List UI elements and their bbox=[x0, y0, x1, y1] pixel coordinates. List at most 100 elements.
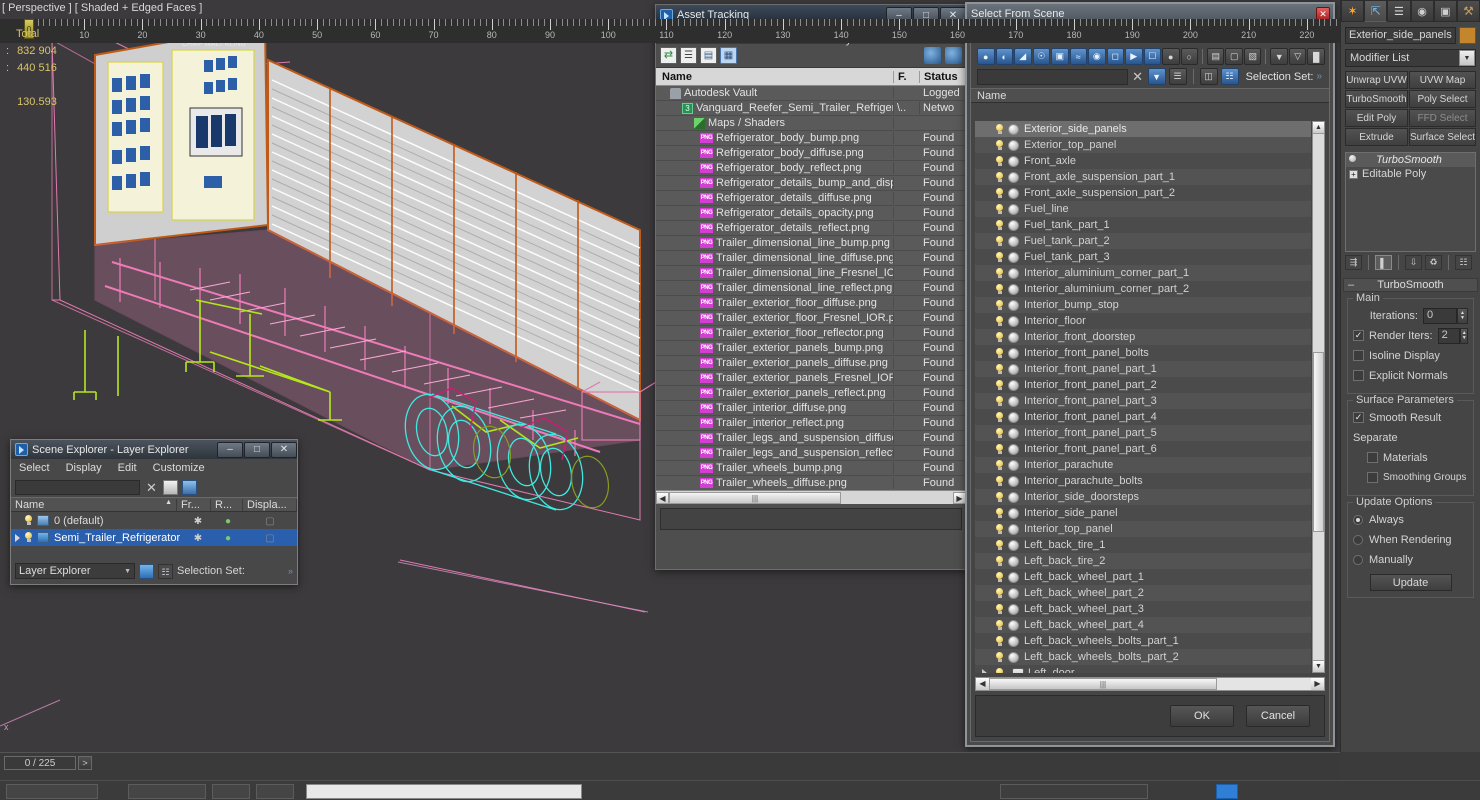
asset-name-cell[interactable]: 3Vanguard_Reefer_Semi_Trailer_Refrigerat… bbox=[656, 102, 894, 114]
list-item[interactable]: Interior_bump_stop bbox=[975, 297, 1311, 313]
scroll-down-arrow[interactable]: ▼ bbox=[1313, 660, 1324, 672]
display-tab-icon[interactable]: ▣ bbox=[1433, 0, 1457, 22]
freeze-toggle-icon[interactable]: ✱ bbox=[183, 532, 213, 544]
always-radio[interactable] bbox=[1353, 514, 1363, 525]
list-item[interactable]: Left_back_wheels_bolts_part_1 bbox=[975, 633, 1311, 649]
shapes-filter-icon[interactable]: ◐ bbox=[995, 48, 1013, 65]
scene-explorer-menubar[interactable]: Select Display Edit Customize bbox=[11, 459, 297, 477]
spacewarps-filter-icon[interactable]: ≈ bbox=[1069, 48, 1087, 65]
table-row[interactable]: PNGTrailer_dimensional_line_Fresnel_IOR.… bbox=[656, 266, 966, 281]
select-find-toolbar[interactable]: ✕ ▼ ☰ ◫ ☷ Selection Set: » bbox=[971, 65, 1329, 88]
table-row[interactable]: PNG Refrigerator_details_diffuse.png Found bbox=[656, 191, 966, 206]
refresh-icon[interactable] bbox=[660, 47, 677, 64]
lightbulb-icon[interactable] bbox=[995, 155, 1004, 167]
table-row[interactable]: PNGRefrigerator_details_bump_and_displac… bbox=[656, 176, 966, 191]
table-row[interactable]: PNGTrailer_legs_and_suspension_diffuse.p… bbox=[656, 431, 966, 446]
column-display[interactable]: Displa... bbox=[243, 498, 297, 511]
asset-name-cell[interactable]: PNG Refrigerator_details_opacity.png bbox=[656, 207, 894, 219]
list-item[interactable]: Interior_front_panel_part_1 bbox=[975, 361, 1311, 377]
modifier-button[interactable]: UVW Map bbox=[1408, 71, 1476, 89]
create-tab-icon[interactable]: ✶ bbox=[1341, 0, 1365, 22]
asset-name-cell[interactable]: PNG Refrigerator_details_diffuse.png bbox=[656, 192, 894, 204]
object-name-row[interactable]: Exterior_side_panels bbox=[1345, 27, 1476, 44]
explicit-normals-checkbox[interactable] bbox=[1353, 370, 1364, 381]
asset-name-cell[interactable]: Autodesk Vault bbox=[656, 87, 894, 99]
update-button[interactable]: Update bbox=[1369, 574, 1452, 591]
modifier-enable-icon[interactable] bbox=[1349, 155, 1357, 165]
lightbulb-icon[interactable] bbox=[995, 363, 1004, 375]
timeline-ruler[interactable]: 10 20 30 40 50 60 70 80 90 100 110 120 130 140 150 160 1… bbox=[0, 19, 1340, 43]
modify-tab-icon[interactable]: ⇱ bbox=[1364, 0, 1388, 22]
lightbulb-icon[interactable] bbox=[995, 315, 1004, 327]
expand-arrow-icon[interactable] bbox=[982, 669, 987, 673]
scene-object-list[interactable]: Exterior_side_panels Exterior_top_panel Fr… bbox=[975, 121, 1311, 673]
list-item[interactable]: Interior_side_doorsteps bbox=[975, 489, 1311, 505]
render-iters-spinner[interactable]: ▲ ▼ bbox=[1460, 327, 1468, 344]
list-item[interactable]: Interior_front_panel_part_5 bbox=[975, 425, 1311, 441]
list-item[interactable]: Interior_front_doorstep bbox=[975, 329, 1311, 345]
scroll-left-arrow[interactable]: ◀ bbox=[976, 678, 989, 690]
list-item[interactable]: Front_axle_suspension_part_2 bbox=[975, 185, 1311, 201]
object-name-field[interactable]: Exterior_side_panels bbox=[1345, 27, 1456, 44]
asset-name-cell[interactable]: PNG Refrigerator_body_diffuse.png bbox=[656, 147, 894, 159]
table-row[interactable]: PNG Trailer_exterior_floor_Fresnel_IOR.pn… bbox=[656, 311, 966, 326]
annotations-icon[interactable]: ○ bbox=[1180, 48, 1198, 65]
layer-name-cell[interactable]: 0 (default) bbox=[11, 515, 183, 527]
modifier-button[interactable]: Unwrap UVW bbox=[1345, 71, 1408, 89]
scene-explorer-column-headers[interactable]: Name ▲ Fr... R... Displa... bbox=[11, 497, 297, 512]
list-item[interactable]: Interior_floor bbox=[975, 313, 1311, 329]
geometry-filter-icon[interactable]: ● bbox=[977, 48, 995, 65]
table-row[interactable]: PNG Refrigerator_details_reflect.png Found bbox=[656, 221, 966, 236]
lightbulb-icon[interactable] bbox=[995, 667, 1004, 673]
asset-name-cell[interactable]: PNG Trailer_interior_diffuse.png bbox=[656, 402, 894, 414]
asset-tracking-toolbar[interactable] bbox=[656, 44, 966, 68]
lightbulb-icon[interactable] bbox=[995, 459, 1004, 471]
expand-all-icon[interactable]: ▢ bbox=[1225, 48, 1243, 65]
turbosmooth-rollout[interactable]: – TurboSmooth Main Iterations: 0 ▲ ▼ ✓ Re… bbox=[1343, 278, 1478, 598]
groups-filter-icon[interactable]: ◉ bbox=[1088, 48, 1106, 65]
lights-filter-icon[interactable]: ◢ bbox=[1014, 48, 1032, 65]
lightbulb-icon[interactable] bbox=[995, 187, 1004, 199]
list-item[interactable]: Interior_front_panel_part_6 bbox=[975, 441, 1311, 457]
scene-explorer-window[interactable]: Scene Explorer - Layer Explorer – □ ✕ Se… bbox=[10, 439, 298, 585]
asset-name-cell[interactable]: Maps / Shaders bbox=[656, 117, 894, 129]
grid-icon[interactable] bbox=[720, 47, 737, 64]
modifier-list-dropdown[interactable]: Modifier List ▼ bbox=[1345, 49, 1476, 67]
scroll-right-arrow[interactable]: ▶ bbox=[1311, 678, 1324, 690]
asset-name-cell[interactable]: PNGTrailer_exterior_panels_Fresnel_IOR.p… bbox=[656, 372, 894, 384]
isoline-checkbox[interactable] bbox=[1353, 350, 1364, 361]
pin-stack-icon[interactable]: ⇶ bbox=[1345, 255, 1362, 270]
lightbulb-icon[interactable] bbox=[995, 443, 1004, 455]
list-item[interactable]: Interior_aluminium_corner_part_1 bbox=[975, 265, 1311, 281]
scroll-thumb-horizontal[interactable]: ||| bbox=[989, 678, 1217, 690]
details-icon[interactable] bbox=[700, 47, 717, 64]
table-row[interactable]: PNG Trailer_dimensional_line_diffuse.png F… bbox=[656, 251, 966, 266]
asset-name-cell[interactable]: PNG Trailer_interior_reflect.png bbox=[656, 417, 894, 429]
asset-name-cell[interactable]: PNG Trailer_wheels_diffuse.png bbox=[656, 477, 894, 489]
collapse-all-icon[interactable]: ▧ bbox=[1243, 48, 1262, 65]
when-rendering-radio[interactable] bbox=[1353, 534, 1363, 545]
column-render[interactable]: R... bbox=[211, 498, 243, 511]
lightbulb-icon[interactable] bbox=[995, 475, 1004, 487]
auto-key-indicator[interactable] bbox=[1216, 784, 1238, 799]
bones-filter-icon[interactable]: ▶ bbox=[1125, 48, 1143, 65]
list-item[interactable]: Fuel_tank_part_1 bbox=[975, 217, 1311, 233]
table-row[interactable]: PNG Trailer_exterior_panels_reflect.png Fo… bbox=[656, 386, 966, 401]
lightbulb-icon[interactable] bbox=[995, 347, 1004, 359]
table-row[interactable]: PNG Trailer_exterior_panels_bump.png Found bbox=[656, 341, 966, 356]
scroll-thumb[interactable]: ||| bbox=[669, 491, 841, 504]
selection-set-icon[interactable]: ☷ bbox=[1220, 68, 1239, 85]
list-item[interactable]: Left_back_wheel_part_4 bbox=[975, 617, 1311, 633]
iterations-value[interactable]: 0 bbox=[1423, 307, 1457, 324]
isoline-row[interactable]: Isoline Display bbox=[1353, 347, 1468, 364]
asset-name-cell[interactable]: PNG Trailer_exterior_floor_diffuse.png bbox=[656, 297, 894, 309]
asset-name-cell[interactable]: PNG Trailer_wheels_bump.png bbox=[656, 462, 894, 474]
table-row[interactable]: PNG Trailer_exterior_floor_reflector.png F… bbox=[656, 326, 966, 341]
manually-radio[interactable] bbox=[1353, 554, 1363, 565]
filter-selected-icon[interactable]: ▽ bbox=[1288, 48, 1307, 65]
scene-explorer-footer[interactable]: Layer Explorer ▼ ☷ Selection Set: » bbox=[15, 561, 293, 581]
lightbulb-icon[interactable] bbox=[995, 235, 1004, 247]
freeze-toggle-icon[interactable]: ✱ bbox=[183, 515, 213, 527]
list-item[interactable]: Front_axle_suspension_part_1 bbox=[975, 169, 1311, 185]
utilities-tab-icon[interactable]: ⚒ bbox=[1456, 0, 1480, 22]
